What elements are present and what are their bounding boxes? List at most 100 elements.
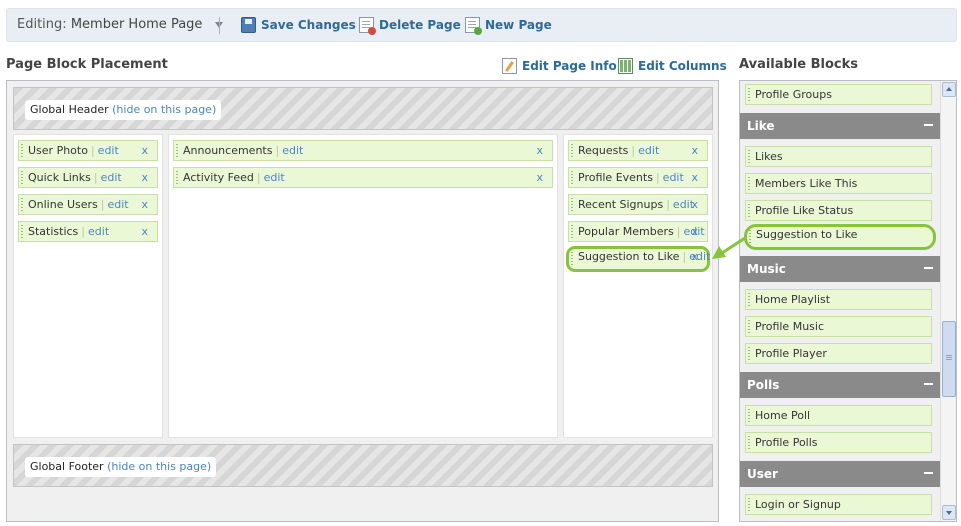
block-label: Login or Signup: [755, 498, 841, 511]
page-selector[interactable]: Editing: Member Home Page: [17, 17, 223, 32]
block-online-users[interactable]: Online Users | edit x: [18, 194, 158, 215]
avail-block-profile-player[interactable]: Profile Player: [745, 343, 932, 364]
new-page-icon: [465, 17, 482, 35]
collapse-icon[interactable]: [924, 267, 933, 269]
collapse-icon[interactable]: [924, 124, 933, 126]
category-music[interactable]: Music: [740, 256, 941, 282]
separator: |: [100, 198, 105, 211]
block-user-photo[interactable]: User Photo | edit x: [18, 140, 158, 161]
block-recent-signups[interactable]: Recent Signups | edit x: [568, 194, 708, 215]
block-label: User Photo: [28, 144, 88, 157]
remove-block-button[interactable]: x: [141, 168, 148, 187]
editor-toolbar: Editing: Member Home Page Save Changes D…: [6, 8, 957, 42]
separator: |: [81, 225, 86, 238]
avail-block-likes[interactable]: Likes: [745, 146, 932, 167]
edit-page-info-label: Edit Page Info: [522, 59, 617, 73]
edit-info-icon: [502, 58, 517, 74]
edit-link[interactable]: edit: [98, 144, 119, 157]
block-label: Likes: [755, 150, 783, 163]
block-label: Profile Groups: [755, 88, 832, 101]
remove-block-button[interactable]: x: [141, 195, 148, 214]
category-user[interactable]: User: [740, 461, 941, 487]
remove-block-button[interactable]: x: [691, 195, 698, 214]
edit-link[interactable]: edit: [108, 198, 129, 211]
available-blocks-panel[interactable]: Profile Groups Like Likes Members Like T…: [739, 80, 957, 522]
remove-block-button[interactable]: x: [141, 141, 148, 160]
block-statistics[interactable]: Statistics | edit x: [18, 221, 158, 242]
separator: |: [666, 198, 670, 211]
avail-block-profile-polls[interactable]: Profile Polls: [745, 432, 932, 453]
block-label: Profile Polls: [755, 436, 818, 449]
edit-link[interactable]: edit: [282, 144, 303, 157]
hide-footer-link[interactable]: (hide on this page): [107, 460, 211, 473]
category-polls[interactable]: Polls: [740, 372, 941, 398]
separator: |: [676, 225, 681, 238]
category-label: Like: [747, 119, 775, 133]
editing-label: Editing:: [17, 17, 67, 32]
available-blocks-scrollbar[interactable]: [940, 81, 956, 521]
edit-link[interactable]: edit: [88, 225, 109, 238]
remove-block-button[interactable]: x: [536, 168, 543, 187]
delete-page-button[interactable]: Delete Page: [359, 17, 461, 35]
collapse-icon[interactable]: [924, 472, 933, 474]
page-block-placement: Global Header (hide on this page) User P…: [6, 80, 719, 522]
edit-link[interactable]: edit: [663, 171, 684, 184]
collapse-icon[interactable]: [924, 383, 933, 385]
block-label: Requests: [578, 144, 629, 157]
block-profile-events[interactable]: Profile Events | edit x: [568, 167, 708, 188]
block-suggestion-to-like[interactable]: Suggestion to Like | edit x: [566, 246, 710, 272]
global-header-chip[interactable]: Global Header (hide on this page): [25, 100, 222, 120]
block-label: Activity Feed: [183, 171, 254, 184]
placement-title: Page Block Placement: [6, 57, 168, 72]
edit-link[interactable]: edit: [101, 171, 122, 184]
separator: |: [90, 144, 95, 157]
block-activity-feed[interactable]: Activity Feed | edit x: [173, 167, 553, 188]
block-label: Statistics: [28, 225, 79, 238]
avail-block-home-playlist[interactable]: Home Playlist: [745, 289, 932, 310]
global-header-area: Global Header (hide on this page): [13, 87, 713, 130]
avail-block-home-poll[interactable]: Home Poll: [745, 405, 932, 426]
category-label: Polls: [747, 378, 780, 392]
edit-columns-label: Edit Columns: [638, 59, 727, 73]
avail-block-suggestion-to-like[interactable]: Suggestion to Like: [744, 224, 936, 250]
edit-page-info-button[interactable]: Edit Page Info: [502, 58, 617, 74]
edit-link[interactable]: edit: [264, 171, 285, 184]
hide-header-link[interactable]: (hide on this page): [112, 103, 216, 116]
block-label: Quick Links: [28, 171, 91, 184]
new-page-button[interactable]: New Page: [465, 17, 552, 35]
block-requests[interactable]: Requests | edit x: [568, 140, 708, 161]
available-blocks-title: Available Blocks: [739, 57, 859, 72]
remove-block-button[interactable]: x: [141, 222, 148, 241]
global-footer-chip[interactable]: Global Footer (hide on this page): [25, 457, 217, 477]
scroll-up-icon[interactable]: [942, 82, 956, 97]
block-popular-members[interactable]: Popular Members | edit x: [568, 221, 708, 242]
block-label: Profile Like Status: [755, 204, 854, 217]
scroll-thumb[interactable]: [942, 321, 956, 397]
delete-page-icon: [359, 17, 376, 35]
scroll-down-icon[interactable]: [942, 505, 956, 520]
category-label: User: [747, 467, 778, 481]
category-like[interactable]: Like: [740, 113, 941, 139]
toolbar-divider: [219, 17, 220, 34]
avail-block-login-or-signup[interactable]: Login or Signup: [745, 494, 932, 515]
avail-block-members-like-this[interactable]: Members Like This: [745, 173, 932, 194]
block-label: Online Users: [28, 198, 98, 211]
avail-block-profile-groups[interactable]: Profile Groups: [745, 84, 932, 105]
new-page-label: New Page: [485, 18, 552, 32]
edit-columns-button[interactable]: Edit Columns: [618, 58, 727, 74]
block-label: Members Like This: [755, 177, 858, 190]
remove-block-button[interactable]: x: [691, 141, 698, 160]
save-changes-button[interactable]: Save Changes: [241, 17, 356, 33]
edit-link[interactable]: edit: [638, 144, 659, 157]
separator: |: [631, 144, 636, 157]
remove-block-button[interactable]: x: [536, 141, 543, 160]
remove-block-button[interactable]: x: [691, 168, 698, 187]
save-changes-label: Save Changes: [261, 18, 356, 32]
remove-block-button[interactable]: x: [691, 249, 698, 264]
block-label: Suggestion to Like: [756, 228, 858, 241]
avail-block-profile-like-status[interactable]: Profile Like Status: [745, 200, 932, 221]
avail-block-profile-music[interactable]: Profile Music: [745, 316, 932, 337]
block-announcements[interactable]: Announcements | edit x: [173, 140, 553, 161]
block-quick-links[interactable]: Quick Links | edit x: [18, 167, 158, 188]
remove-block-button[interactable]: x: [691, 222, 698, 241]
